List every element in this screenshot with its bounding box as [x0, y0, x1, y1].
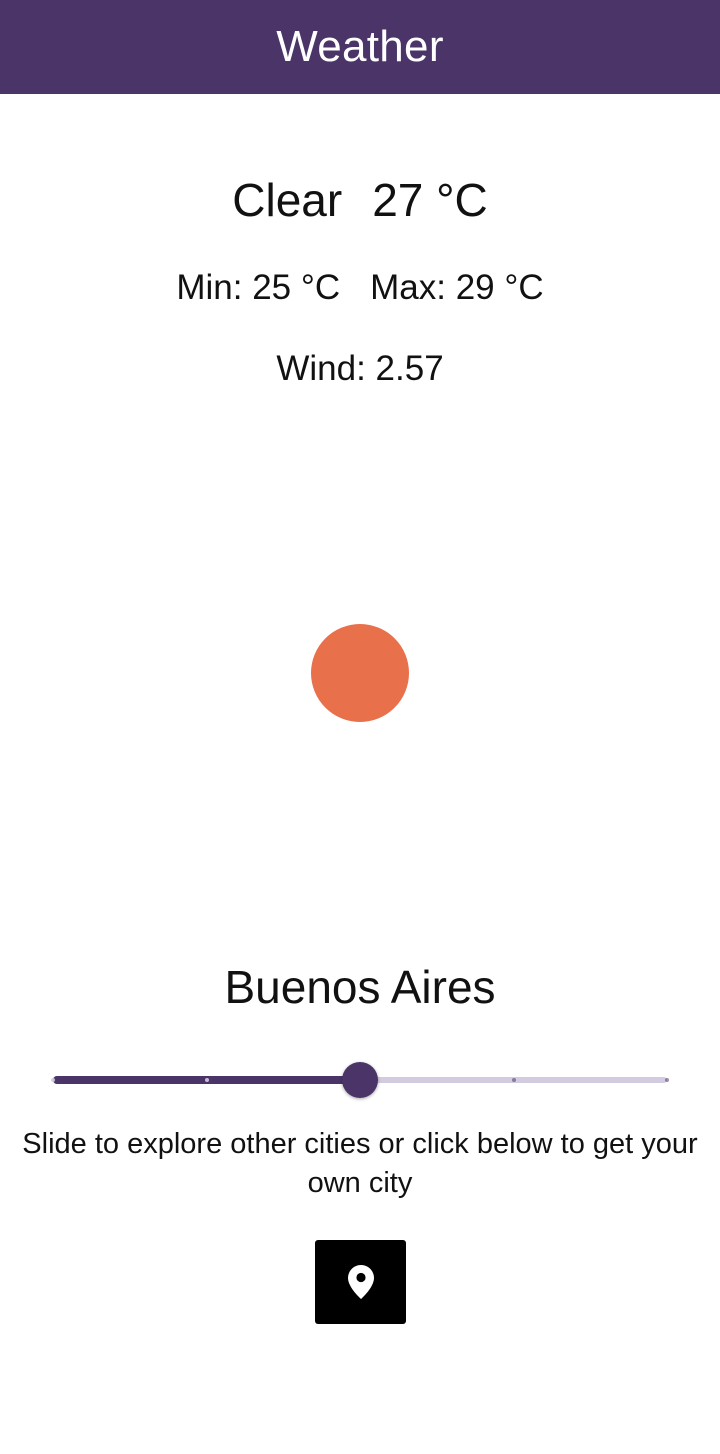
app-bar: Weather — [0, 0, 720, 94]
city-name: Buenos Aires — [224, 961, 496, 1013]
slider-tick — [665, 1078, 669, 1082]
wind-speed: Wind: 2.57 — [276, 349, 444, 388]
get-location-button[interactable] — [315, 1240, 406, 1324]
condition-label: Clear — [232, 174, 343, 226]
app-title: Weather — [276, 22, 444, 71]
slider-thumb[interactable] — [342, 1062, 378, 1098]
slider-tick — [204, 1078, 209, 1082]
temperature-value: 27 °C — [372, 174, 488, 226]
max-temperature: Max: 29 °C — [370, 268, 544, 307]
current-conditions: Clear 27 °C — [0, 170, 720, 230]
hint-text: Slide to explore other cities or click b… — [22, 1128, 698, 1199]
slider-tick — [51, 1078, 55, 1082]
slider-tick — [511, 1078, 516, 1082]
min-temperature: Min: 25 °C — [176, 268, 341, 307]
location-pin-icon — [347, 1265, 374, 1299]
city-slider[interactable] — [51, 1060, 669, 1100]
sun-icon — [311, 624, 409, 722]
min-max-temperatures: Min: 25 °C Max: 29 °C — [0, 266, 720, 310]
